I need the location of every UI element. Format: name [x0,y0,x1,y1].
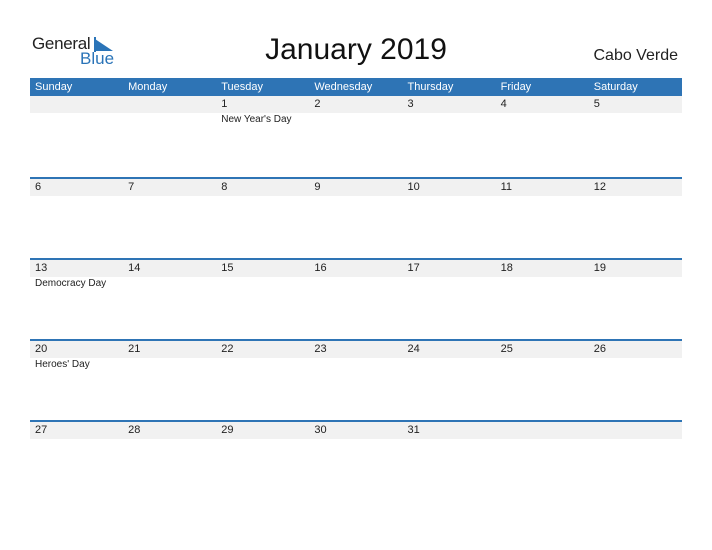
holiday-label [403,277,496,291]
holiday-label [496,277,589,291]
day-number: 5 [593,98,600,110]
day-number: 8 [221,181,228,193]
calendar-grid: Sunday Monday Tuesday Wednesday Thursday… [30,78,682,501]
holiday-label [496,113,589,127]
holiday-label [309,277,402,291]
holiday-label [589,113,682,127]
week-row: 13 14 15 16 17 18 19 Democracy Day [30,258,682,339]
day-number [589,422,682,439]
day-number: 20 [35,343,48,355]
holiday-label [30,113,123,127]
weekday-sunday: Sunday [35,81,73,93]
holiday-label [216,277,309,291]
holiday-label: New Year's Day [221,114,292,125]
week-row: 1 2 3 4 5 New Year's Day [30,96,682,177]
holiday-label [123,113,216,127]
day-number: 29 [221,424,234,436]
day-number: 19 [593,262,606,274]
holiday-label [216,358,309,372]
day-number: 31 [407,424,420,436]
country-label: Cabo Verde [593,47,678,64]
day-number: 10 [407,181,420,193]
day-number: 1 [221,98,228,110]
weekday-header: Sunday Monday Tuesday Wednesday Thursday… [30,78,682,96]
holiday-label [309,358,402,372]
holiday-label [496,358,589,372]
weekday-saturday: Saturday [593,81,638,93]
weekday-wednesday: Wednesday [314,81,373,93]
weekday-monday: Monday [128,81,168,93]
date-band: 1 2 3 4 5 [30,96,682,113]
week-row: 20 21 22 23 24 25 26 Heroes' Day [30,339,682,420]
day-number: 13 [35,262,48,274]
holiday-label: Democracy Day [35,278,107,289]
holiday-label [589,358,682,372]
week-row: 27 28 29 30 31 [30,420,682,501]
date-band: 13 14 15 16 17 18 19 [30,260,682,277]
day-number: 3 [407,98,414,110]
day-number: 14 [128,262,141,274]
weekday-thursday: Thursday [407,81,454,93]
weekday-friday: Friday [500,81,532,93]
day-number: 18 [500,262,513,274]
date-band: 27 28 29 30 31 [30,422,682,439]
day-number: 11 [500,181,513,193]
day-number [30,96,123,113]
holiday-label [309,113,402,127]
events-row: New Year's Day [30,113,682,127]
day-number: 17 [407,262,420,274]
day-number: 15 [221,262,234,274]
date-band: 20 21 22 23 24 25 26 [30,341,682,358]
holiday-label [123,277,216,291]
day-number [123,96,216,113]
day-number: 7 [128,181,135,193]
holiday-label [589,277,682,291]
holiday-label [123,358,216,372]
weekday-tuesday: Tuesday [221,81,264,93]
events-row: Democracy Day [30,277,682,291]
day-number: 24 [407,343,420,355]
day-number: 23 [314,343,327,355]
day-number: 28 [128,424,141,436]
day-number: 12 [593,181,606,193]
day-number: 22 [221,343,234,355]
day-number: 26 [593,343,606,355]
day-number: 9 [314,181,321,193]
events-row: Heroes' Day [30,358,682,372]
holiday-label: Heroes' Day [35,359,90,370]
day-number: 2 [314,98,321,110]
day-number: 6 [35,181,42,193]
day-number: 30 [314,424,327,436]
holiday-label [403,358,496,372]
holiday-label [403,113,496,127]
day-number: 21 [128,343,141,355]
day-number: 16 [314,262,327,274]
date-band: 6 7 8 9 10 11 12 [30,179,682,196]
day-number: 27 [35,424,48,436]
day-number: 25 [500,343,513,355]
day-number [496,422,589,439]
week-row: 6 7 8 9 10 11 12 [30,177,682,258]
day-number: 4 [500,98,507,110]
